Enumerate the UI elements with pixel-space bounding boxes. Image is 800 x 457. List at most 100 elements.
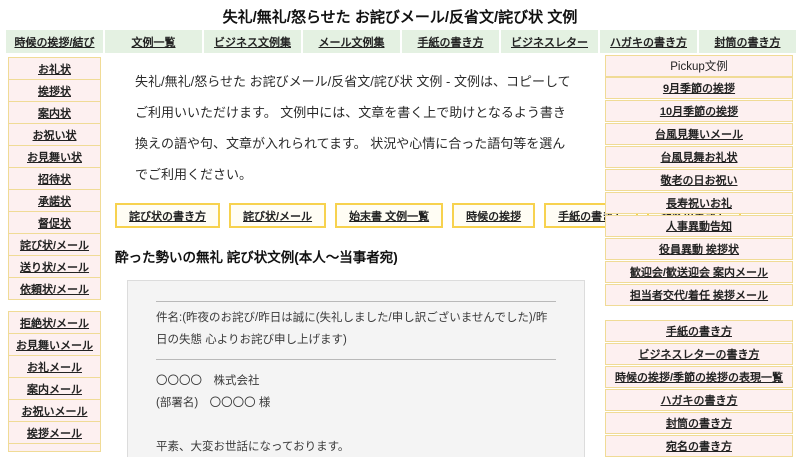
quick-link-button[interactable]: 時候の挨拶	[452, 203, 535, 228]
page-title: 失礼/無礼/怒らせた お詫びメール/反省文/詫び状 文例	[0, 6, 800, 27]
howto-item-label: 封筒の書き方	[666, 415, 732, 431]
sidebar-item[interactable]: 送り状/メール	[8, 255, 101, 278]
sidebar-item[interactable]: 案内状	[8, 101, 101, 124]
top-nav-item-label: ビジネス文例集	[214, 34, 291, 50]
pickup-item-label: 人事異動告知	[666, 218, 732, 234]
sidebar-item[interactable]: お礼状	[8, 57, 101, 80]
pickup-item-label: 台風見舞お礼状	[661, 149, 738, 165]
howto-item[interactable]: 手紙の書き方	[605, 320, 793, 342]
pickup-item[interactable]: 担当者交代/着任 挨拶メール	[605, 284, 793, 306]
top-nav-item-label: メール文例集	[319, 34, 385, 50]
howto-item-label: ハガキの書き方	[661, 392, 738, 408]
top-nav-item-label: 時候の挨拶/結び	[14, 34, 94, 50]
sidebar-item-label: 依頼状/メール	[20, 281, 89, 297]
howto-item[interactable]: 時候の挨拶/季節の挨拶の表現一覧	[605, 366, 793, 388]
sidebar-item[interactable]: お祝い状	[8, 123, 101, 146]
sidebar-item[interactable]: 案内メール	[8, 377, 101, 400]
letter-line	[156, 414, 556, 436]
sidebar-item[interactable]: 依頼状/メール	[8, 277, 101, 300]
sidebar-item[interactable]: お礼メール	[8, 355, 101, 378]
sidebar-item-label: 挨拶メール	[27, 425, 82, 441]
howto-item[interactable]: 宛名の書き方	[605, 435, 793, 457]
pickup-item-label: 歓迎会/歓送迎会 案内メール	[630, 264, 768, 280]
sidebar-item-label: 挨拶状	[38, 83, 71, 99]
letter-example-box: 件名:(昨夜のお詫び/昨日は誠に(失礼しました/申し訳ございませんでした)/昨日…	[127, 280, 585, 457]
howto-item[interactable]: ハガキの書き方	[605, 389, 793, 411]
howto-group: 手紙の書き方ビジネスレターの書き方時候の挨拶/季節の挨拶の表現一覧ハガキの書き方…	[605, 320, 793, 457]
sidebar-item[interactable]: 承諾状	[8, 189, 101, 212]
howto-item[interactable]: 封筒の書き方	[605, 412, 793, 434]
top-nav-item[interactable]: ビジネス文例集	[204, 30, 301, 53]
quick-link-button-label: 始末書 文例一覧	[349, 208, 429, 224]
sidebar-item-label: お見舞いメール	[16, 337, 93, 353]
sidebar-item[interactable]: 挨拶メール	[8, 421, 101, 444]
sidebar-item-label: 承諾状	[38, 193, 71, 209]
sidebar-item[interactable]: お祝いメール	[8, 399, 101, 422]
letter-subject: 件名:(昨夜のお詫び/昨日は誠に(失礼しました/申し訳ございませんでした)/昨日…	[156, 302, 556, 359]
letter-body: 〇〇〇〇 株式会社(部署名) 〇〇〇〇 様平素、大変お世話になっております。株式…	[156, 360, 556, 457]
top-nav-item[interactable]: メール文例集	[303, 30, 400, 53]
top-nav-item-label: ビジネスレター	[511, 34, 588, 50]
top-nav-item-label: 封筒の書き方	[715, 34, 781, 50]
pickup-item-label: 9月季節の挨拶	[663, 80, 735, 96]
top-nav-item-label: 文例一覧	[132, 34, 176, 50]
pickup-item[interactable]: 役員異動 挨拶状	[605, 238, 793, 260]
section-heading: 酔った勢いの無礼 詫び状文例(本人〜当事者宛)	[115, 246, 590, 266]
sidebar-item[interactable]: お見舞いメール	[8, 333, 101, 356]
sidebar-item[interactable]: 挨拶状	[8, 79, 101, 102]
quick-link-button[interactable]: 詫び状の書き方	[115, 203, 220, 228]
pickup-item[interactable]: 敬老の日お祝い	[605, 169, 793, 191]
sidebar-item-label: お礼状	[38, 61, 71, 77]
sidebar-item-label: 案内メール	[27, 381, 82, 397]
howto-item-label: ビジネスレターの書き方	[639, 346, 760, 362]
top-nav-item[interactable]: ビジネスレター	[501, 30, 598, 53]
main-content: 失礼/無礼/怒らせた お詫びメール/反省文/詫び状 文例 - 文例は、コピーして…	[112, 58, 590, 457]
letter-line: (部署名) 〇〇〇〇 様	[156, 392, 556, 414]
quick-links-row: 詫び状の書き方詫び状/メール始末書 文例一覧時候の挨拶手紙の書き方宛名の書き方	[115, 203, 590, 228]
top-nav-item[interactable]: ハガキの書き方	[600, 30, 697, 53]
sidebar-item-label: お礼メール	[27, 359, 82, 375]
pickup-item-label: 敬老の日お祝い	[661, 172, 738, 188]
sidebar-item[interactable]: 拒絶状/メール	[8, 311, 101, 334]
pickup-item[interactable]: 10月季節の挨拶	[605, 100, 793, 122]
pickup-header: Pickup文例	[605, 55, 793, 77]
pickup-item[interactable]: 歓迎会/歓送迎会 案内メール	[605, 261, 793, 283]
sidebar-item-label: 督促状	[38, 215, 71, 231]
top-nav-item[interactable]: 時候の挨拶/結び	[6, 30, 103, 53]
sidebar-item[interactable]: 招待状	[8, 167, 101, 190]
sidebar-item-label: 詫び状/メール	[20, 237, 89, 253]
pickup-item-label: 長寿祝いお礼	[666, 195, 732, 211]
sidebar-item[interactable]: 詫び状/メール	[8, 233, 101, 256]
quick-link-button[interactable]: 詫び状/メール	[229, 203, 326, 228]
pickup-item-label: 担当者交代/着任 挨拶メール	[630, 287, 768, 303]
howto-item[interactable]: ビジネスレターの書き方	[605, 343, 793, 365]
pickup-item-label: 役員異動 挨拶状	[659, 241, 739, 257]
top-nav: 時候の挨拶/結び 文例一覧 ビジネス文例集 メール文例集 手紙の書き方ビジネスレターハガ…	[6, 30, 796, 53]
left-sidebar-group-mails: 拒絶状/メールお見舞いメールお礼メール案内メールお祝いメール挨拶メール	[8, 311, 101, 444]
sidebar-item[interactable]: 督促状	[8, 211, 101, 234]
pickup-item[interactable]: 長寿祝いお礼	[605, 192, 793, 214]
sidebar-item-label: 案内状	[38, 105, 71, 121]
top-nav-item[interactable]: 文例一覧	[105, 30, 202, 53]
pickup-item[interactable]: 人事異動告知	[605, 215, 793, 237]
letter-line: 平素、大変お世話になっております。	[156, 436, 556, 457]
quick-link-button[interactable]: 始末書 文例一覧	[335, 203, 443, 228]
howto-item-label: 時候の挨拶/季節の挨拶の表現一覧	[615, 369, 783, 385]
top-nav-item[interactable]: 手紙の書き方	[402, 30, 499, 53]
intro-text: 失礼/無礼/怒らせた お詫びメール/反省文/詫び状 文例 - 文例は、コピーして…	[112, 58, 574, 190]
sidebar-item-label: 拒絶状/メール	[20, 315, 89, 331]
quick-link-button-label: 詫び状/メール	[243, 208, 312, 224]
page: 失礼/無礼/怒らせた お詫びメール/反省文/詫び状 文例 時候の挨拶/結び 文例一…	[0, 0, 800, 457]
sidebar-item-label: お祝い状	[33, 127, 77, 143]
pickup-item[interactable]: 台風見舞いメール	[605, 123, 793, 145]
right-sidebar: Pickup文例 9月季節の挨拶 10月季節の挨拶台風見舞いメール台風見舞お礼状敬…	[605, 55, 793, 457]
quick-link-button-label: 詫び状の書き方	[129, 208, 206, 224]
pickup-item[interactable]: 9月季節の挨拶	[605, 77, 793, 99]
pickup-item-label: 10月季節の挨拶	[660, 103, 738, 119]
sidebar-item[interactable]: お見舞い状	[8, 145, 101, 168]
sidebar-item-label: 招待状	[38, 171, 71, 187]
pickup-item[interactable]: 台風見舞お礼状	[605, 146, 793, 168]
pickup-header-label: Pickup文例	[670, 58, 728, 74]
sidebar-item-label: 送り状/メール	[20, 259, 89, 275]
top-nav-item[interactable]: 封筒の書き方	[699, 30, 796, 53]
